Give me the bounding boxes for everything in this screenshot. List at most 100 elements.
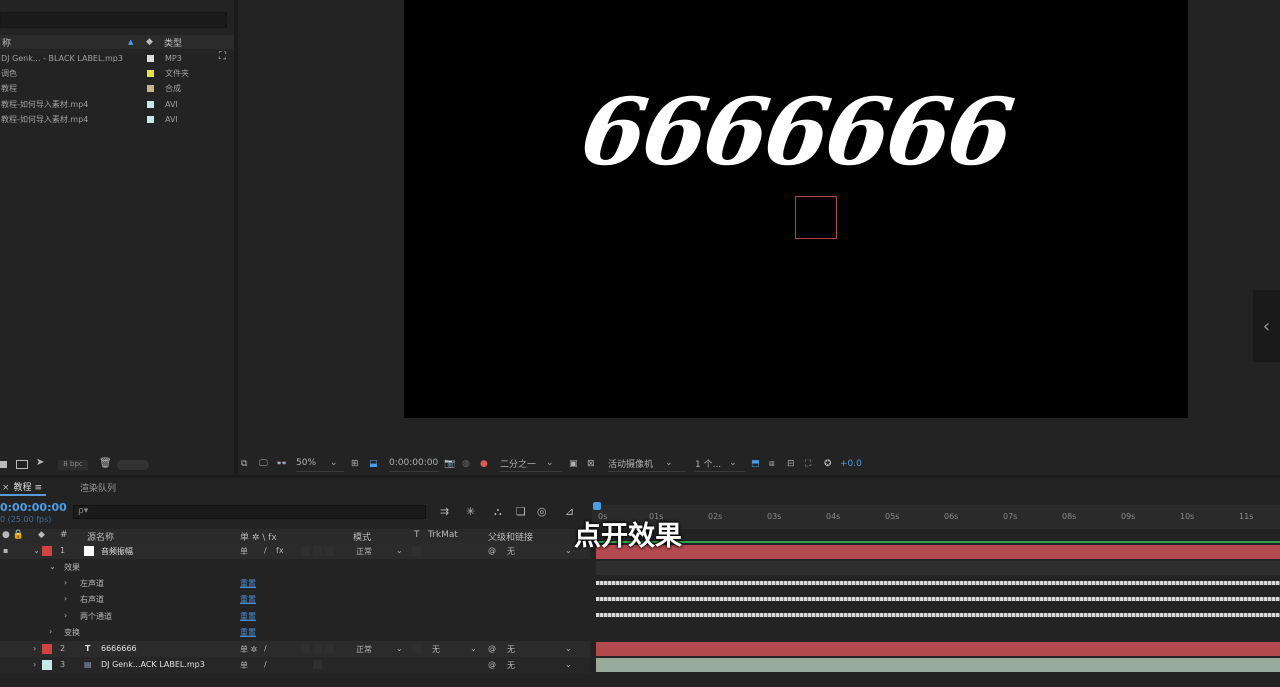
thumbnail-slider[interactable] bbox=[117, 460, 149, 470]
3d-layer-switch[interactable] bbox=[325, 546, 334, 555]
keyframe-line[interactable] bbox=[596, 581, 1280, 585]
transparency-grid-icon[interactable]: ⊠ bbox=[587, 455, 595, 472]
exposure-value[interactable]: +0.0 bbox=[840, 455, 862, 472]
layer-name[interactable]: 6666666 bbox=[101, 644, 137, 653]
frame-blending-icon[interactable]: ❏ bbox=[516, 505, 526, 518]
layer-row[interactable]: › 3 ▤ DJ Genk...ACK LABEL.mp3 单 / @ 无 ⌄ bbox=[0, 657, 590, 673]
panel-menu-icon[interactable]: ≡ bbox=[34, 483, 42, 493]
source-name-column[interactable]: 源名称 bbox=[87, 530, 114, 543]
effects-group-row[interactable]: ⌄ 效果 bbox=[0, 559, 590, 575]
shy-switch-icon[interactable]: 单 bbox=[240, 660, 248, 671]
effect-row[interactable]: › 右声道 重置 bbox=[0, 591, 590, 607]
preserve-transparency-checkbox[interactable] bbox=[412, 644, 421, 653]
pick-whip-icon[interactable]: @ bbox=[488, 644, 496, 653]
chevron-right-icon[interactable]: › bbox=[33, 644, 36, 653]
tab-composition[interactable]: × 教程 ≡ bbox=[0, 480, 46, 496]
canvas-text-layer[interactable]: 6666666 bbox=[396, 78, 1195, 186]
transform-group-row[interactable]: › 变换 重置 bbox=[0, 624, 590, 640]
quality-switch-icon[interactable]: / bbox=[264, 660, 267, 669]
layer-row[interactable]: ▪ ⌄ 1 音频振幅 单 / fx 正常 ⌄ @ 无 ⌄ bbox=[0, 543, 590, 559]
label-swatch[interactable] bbox=[42, 546, 52, 556]
name-column-header[interactable]: 称 bbox=[2, 36, 11, 49]
chevron-right-icon[interactable]: › bbox=[64, 611, 67, 620]
resolution-dropdown[interactable]: 二分之一 ⌄ bbox=[500, 455, 562, 472]
selected-layer-bounding-box[interactable] bbox=[795, 196, 837, 239]
chevron-down-icon[interactable]: ⌄ bbox=[49, 562, 56, 571]
camera-dropdown[interactable]: 活动摄像机 ⌄ bbox=[608, 455, 686, 472]
mask-visibility-icon[interactable]: ⬓ bbox=[369, 455, 378, 472]
trkmat-dropdown[interactable]: 无 bbox=[432, 644, 440, 655]
motion-blur-icon[interactable]: ◎ bbox=[537, 505, 547, 518]
layer-bar[interactable] bbox=[596, 658, 1280, 672]
effect-row[interactable]: › 左声道 重置 bbox=[0, 575, 590, 591]
3d-layer-switch[interactable] bbox=[325, 644, 334, 653]
chevron-right-icon[interactable]: › bbox=[49, 627, 52, 636]
time-ruler[interactable]: 0s 01s 02s 03s 04s 05s 06s 07s 08s 09s 1… bbox=[592, 505, 1280, 529]
color-channel-icon[interactable]: ● bbox=[480, 455, 488, 472]
composition-canvas[interactable]: 6666666 bbox=[404, 0, 1188, 418]
keyframe-line[interactable] bbox=[596, 597, 1280, 601]
preserve-transparency-checkbox[interactable] bbox=[412, 546, 421, 555]
project-item[interactable]: DJ Genk... - BLACK LABEL.mp3 MP3 bbox=[0, 51, 220, 66]
magnification-dropdown[interactable]: 50% ⌄ bbox=[296, 455, 344, 472]
keyframe-line[interactable] bbox=[596, 613, 1280, 617]
layer-name[interactable]: 音频振幅 bbox=[101, 546, 133, 557]
flowchart-icon[interactable]: ⛶ bbox=[219, 51, 226, 62]
shy-layers-icon[interactable]: ⛬ bbox=[494, 505, 502, 519]
project-item[interactable]: 教程 合成 bbox=[0, 81, 220, 96]
label-swatch[interactable] bbox=[42, 660, 52, 670]
project-item[interactable]: 教程-如何导入素材.mp4 AVI bbox=[0, 97, 220, 112]
playhead[interactable] bbox=[593, 502, 601, 510]
parent-dropdown[interactable]: 无 bbox=[507, 644, 515, 655]
motion-blur-switch[interactable] bbox=[301, 546, 310, 555]
motion-blur-switch[interactable] bbox=[301, 644, 310, 653]
project-item[interactable]: 调色 文件夹 bbox=[0, 66, 220, 81]
reset-link[interactable]: 重置 bbox=[240, 611, 256, 622]
parent-dropdown[interactable]: 无 bbox=[507, 660, 515, 671]
views-dropdown[interactable]: 1 个... ⌄ bbox=[695, 455, 745, 472]
fast-previews-icon[interactable]: ⧈ bbox=[769, 455, 775, 472]
shy-switch-icon[interactable]: 单 bbox=[240, 546, 248, 557]
chevron-left-icon[interactable]: ‹ bbox=[1253, 290, 1280, 362]
reset-exposure-icon[interactable]: ✪ bbox=[824, 455, 832, 472]
interpret-footage-icon[interactable] bbox=[0, 461, 7, 468]
video-toggle-icon[interactable]: ▪ bbox=[3, 546, 8, 555]
chevron-down-icon[interactable]: ⌄ bbox=[33, 546, 40, 555]
new-composition-icon[interactable]: ➤ bbox=[36, 457, 44, 468]
effects-switch-icon[interactable]: fx bbox=[276, 546, 284, 555]
parent-dropdown[interactable]: 无 bbox=[507, 546, 515, 557]
flowchart-icon[interactable]: ⛶ bbox=[805, 455, 811, 472]
layer-row[interactable]: › 2 T 6666666 单 ✲ / 正常 ⌄ 无 ⌄ @ 无 ⌄ bbox=[0, 641, 590, 657]
current-time-display[interactable]: 0:00:00:00 bbox=[0, 501, 67, 514]
always-preview-icon[interactable]: ⧉ bbox=[241, 455, 247, 472]
project-search-input[interactable] bbox=[0, 12, 227, 28]
graph-editor-icon[interactable]: ⊿ bbox=[565, 505, 574, 518]
toggle-pixel-aspect-icon[interactable]: ⬒ bbox=[751, 455, 760, 472]
comp-mini-flowchart-icon[interactable]: ⇉ bbox=[440, 505, 449, 518]
resolution-grid-icon[interactable]: ⊞ bbox=[351, 455, 359, 472]
reset-link[interactable]: 重置 bbox=[240, 594, 256, 605]
pick-whip-icon[interactable]: @ bbox=[488, 546, 496, 555]
adjustment-switch[interactable] bbox=[313, 644, 322, 653]
reset-link[interactable]: 重置 bbox=[240, 578, 256, 589]
adjustment-switch[interactable] bbox=[313, 660, 322, 669]
bit-depth-button[interactable]: 8 bpc bbox=[58, 460, 88, 470]
sort-up-icon[interactable]: ▲ bbox=[128, 38, 133, 46]
timeline-icon[interactable]: ⊟ bbox=[787, 455, 795, 472]
layer-name[interactable]: DJ Genk...ACK LABEL.mp3 bbox=[101, 660, 205, 669]
type-column-header[interactable]: 类型 bbox=[164, 36, 182, 49]
blend-mode-dropdown[interactable]: 正常 bbox=[356, 546, 372, 557]
label-swatch[interactable] bbox=[42, 644, 52, 654]
trash-icon[interactable]: 🗑 bbox=[99, 458, 112, 469]
pick-whip-icon[interactable]: @ bbox=[488, 660, 496, 669]
work-area-bar[interactable] bbox=[596, 541, 1280, 543]
reset-link[interactable]: 重置 bbox=[240, 627, 256, 638]
effect-row[interactable]: › 两个通道 重置 bbox=[0, 608, 590, 624]
chevron-right-icon[interactable]: › bbox=[64, 594, 67, 603]
vr-glasses-icon[interactable]: 👓 bbox=[276, 455, 287, 472]
chevron-right-icon[interactable]: › bbox=[33, 660, 36, 669]
new-folder-icon[interactable] bbox=[16, 460, 28, 469]
show-snapshot-icon[interactable]: ◍ bbox=[462, 455, 470, 472]
layer-bar[interactable] bbox=[596, 545, 1280, 559]
tab-render-queue[interactable]: 渲染队列 bbox=[80, 481, 116, 494]
